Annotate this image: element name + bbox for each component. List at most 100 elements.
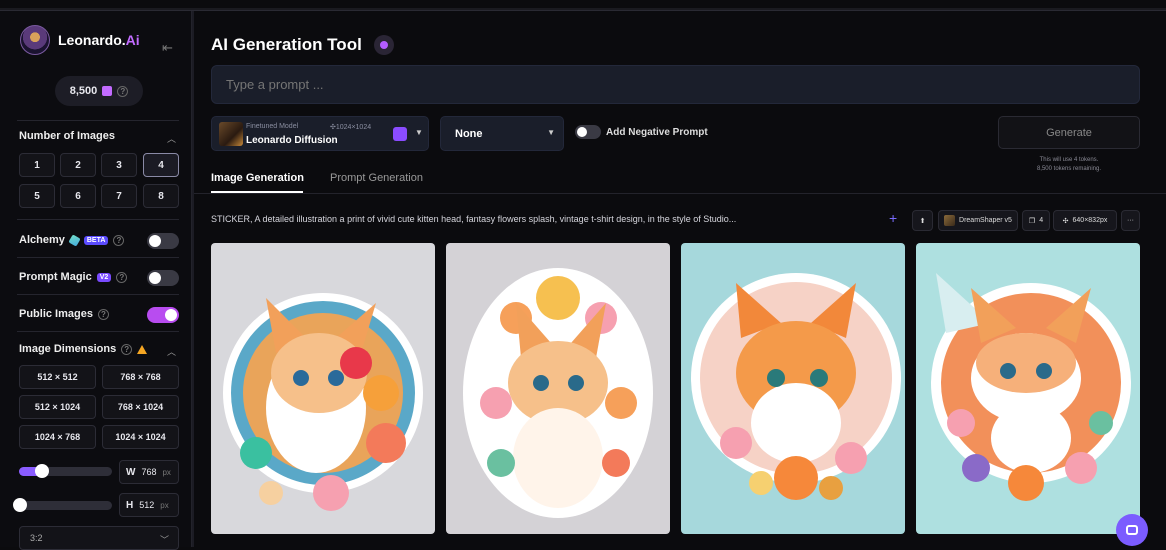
token-usage-note: This will use 4 tokens. 8,500 tokens rem…	[1036, 157, 1102, 172]
model-select[interactable]: Finetuned Model ✣1024×1024 Leonardo Diff…	[211, 116, 429, 151]
prompt-magic-help-icon[interactable]: ?	[116, 271, 128, 283]
kitten-sticker-image	[446, 243, 670, 534]
token-balance[interactable]: 8,500 ?	[55, 76, 143, 106]
width-key: W	[126, 466, 136, 478]
height-value: 512	[139, 500, 155, 510]
tab-image-generation[interactable]: Image Generation	[211, 172, 304, 184]
title-help-icon[interactable]	[373, 35, 394, 55]
more-options-icon[interactable]: ···	[1121, 210, 1140, 231]
num-images-option[interactable]: 1	[19, 153, 55, 177]
num-images-option[interactable]: 6	[60, 184, 96, 208]
model-thumbnail	[219, 122, 243, 146]
image-dimensions-label: Image Dimensions	[19, 343, 117, 355]
chevron-up-icon[interactable]: ︿	[167, 132, 176, 145]
collapse-sidebar-icon[interactable]: ⇤	[162, 40, 173, 56]
height-slider-thumb[interactable]	[13, 498, 27, 512]
height-field[interactable]: H 512 px	[119, 493, 179, 517]
num-images-option[interactable]: 5	[19, 184, 55, 208]
generated-image[interactable]	[211, 243, 435, 534]
alchemy-row: Alchemy BETA ?	[19, 233, 125, 247]
token-count: 8,500	[69, 85, 98, 97]
kitten-sticker-image	[211, 243, 435, 534]
image-dimensions-help-icon[interactable]: ?	[121, 343, 133, 355]
brand-logo[interactable]: Leonardo.Ai	[20, 25, 140, 55]
width-slider[interactable]	[19, 464, 112, 478]
sidebar-divider-line	[17, 120, 179, 121]
aspect-ratio-value: 3:2	[30, 533, 43, 543]
negative-prompt-toggle[interactable]	[575, 125, 601, 139]
negative-prompt-label[interactable]: Add Negative Prompt	[606, 127, 708, 138]
dimension-option[interactable]: 512 × 512	[19, 365, 96, 389]
alchemy-label: Alchemy	[19, 234, 65, 246]
public-images-row: Public Images ?	[19, 308, 109, 320]
num-images-option-selected[interactable]: 4	[143, 153, 179, 177]
tab-prompt-generation[interactable]: Prompt Generation	[330, 172, 423, 184]
public-images-toggle[interactable]	[147, 307, 179, 323]
dimension-option[interactable]: 1024 × 1024	[102, 425, 179, 449]
generated-image[interactable]	[916, 243, 1140, 534]
dimension-option[interactable]: 768 × 768	[102, 365, 179, 389]
width-slider-thumb[interactable]	[35, 464, 49, 478]
prompt-magic-row: Prompt Magic V2 ?	[19, 271, 128, 283]
sidebar-divider[interactable]	[192, 11, 194, 547]
caret-down-icon: ▼	[415, 128, 423, 137]
alchemy-help-icon[interactable]: ?	[113, 234, 125, 246]
height-unit: px	[160, 500, 169, 510]
width-field[interactable]: W 768 px	[119, 460, 179, 484]
chevron-down-icon: ﹀	[159, 535, 169, 545]
model-chip-thumbnail	[944, 215, 956, 226]
dimension-option[interactable]: 768 × 1024	[102, 395, 179, 419]
prompt-magic-toggle[interactable]	[147, 270, 179, 286]
height-slider[interactable]	[13, 498, 112, 512]
num-images-option[interactable]: 7	[101, 184, 137, 208]
generation-prompt-text[interactable]: STICKER, A detailed illustration a print…	[211, 214, 871, 224]
num-images-option[interactable]: 3	[101, 153, 137, 177]
model-resolution: ✣1024×1024	[330, 124, 372, 131]
token-help-icon[interactable]: ?	[117, 85, 129, 97]
size-chip[interactable]: ✣ 640×832px	[1053, 210, 1117, 231]
beta-badge: BETA	[83, 235, 109, 245]
warning-icon	[137, 344, 148, 354]
prompt-magic-label: Prompt Magic	[19, 271, 92, 283]
kitten-sticker-image	[916, 243, 1140, 534]
alchemy-toggle[interactable]	[147, 233, 179, 249]
images-stack-icon: ❐	[1028, 217, 1036, 225]
style-value: None	[455, 127, 483, 140]
style-select[interactable]: None ▼	[440, 116, 564, 151]
dimension-option[interactable]: 512 × 1024	[19, 395, 96, 419]
model-type: Finetuned Model	[246, 123, 299, 130]
token-coin-icon	[102, 86, 113, 96]
sidebar-divider-line	[17, 294, 179, 295]
public-images-help-icon[interactable]: ?	[97, 308, 109, 320]
image-count-chip[interactable]: ❐ 4	[1022, 210, 1050, 231]
app-root: Leonardo.Ai ⇤ 8,500 ? Number of Images ︿…	[0, 0, 1166, 550]
chat-support-icon[interactable]	[1116, 514, 1148, 546]
aspect-ratio-select[interactable]: 3:2 ﹀	[19, 526, 179, 550]
prompt-input[interactable]	[211, 65, 1140, 104]
dimension-option[interactable]: 1024 × 768	[19, 425, 96, 449]
model-name: Leonardo Diffusion	[246, 135, 338, 146]
model-chip[interactable]: DreamShaper v5	[938, 210, 1018, 231]
number-of-images-label: Number of Images	[19, 130, 115, 142]
num-images-option[interactable]: 8	[143, 184, 179, 208]
width-value: 768	[141, 467, 157, 477]
chevron-up-icon[interactable]: ︿	[167, 345, 176, 358]
generate-button[interactable]: Generate	[998, 116, 1140, 149]
generated-image[interactable]	[681, 243, 905, 534]
brand-name: Leonardo.Ai	[58, 32, 140, 48]
sidebar-divider-line	[17, 257, 179, 258]
sidebar-divider-line	[17, 331, 179, 332]
num-images-option[interactable]: 2	[60, 153, 96, 177]
image-dimensions-row: Image Dimensions ?	[19, 343, 148, 355]
leonardo-avatar-icon	[20, 25, 50, 55]
page-title: AI Generation Tool	[211, 35, 362, 54]
sidebar-divider-line	[17, 219, 179, 220]
upscale-icon[interactable]: ⬆	[912, 210, 933, 231]
model-details-icon[interactable]	[393, 127, 407, 141]
width-unit: px	[162, 467, 171, 477]
generated-image[interactable]	[446, 243, 670, 534]
add-icon[interactable]: +	[889, 210, 897, 226]
tabs-divider	[194, 193, 1166, 194]
v2-badge: V2	[96, 272, 112, 282]
alchemy-brush-icon	[68, 233, 81, 247]
